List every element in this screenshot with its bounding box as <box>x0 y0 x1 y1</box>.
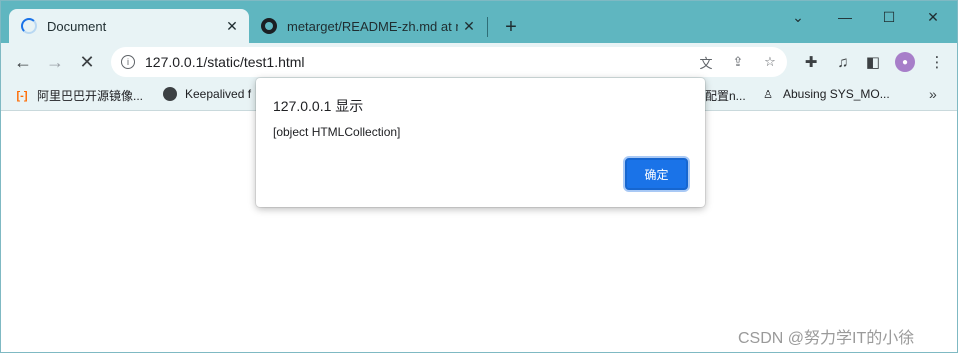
media-control-icon[interactable]: ♫ <box>833 52 853 72</box>
bookmark-label: 配置n... <box>705 89 746 103</box>
bookmark-star-icon[interactable]: ☆ <box>760 52 780 72</box>
tab-separator <box>487 17 488 37</box>
tab-search-chevron-down-icon[interactable]: ⌄ <box>776 5 820 29</box>
bookmark-label: 阿里巴巴开源镜像... <box>37 89 144 103</box>
browser-toolbar: ← → ✕ i 127.0.0.1/static/test1.html 文 ⇪ … <box>1 43 957 81</box>
aliyun-icon: [-] <box>16 89 28 102</box>
bookmark-label: Keepalived f <box>185 87 252 101</box>
menu-kebab-icon[interactable]: ⋮ <box>927 52 947 72</box>
bookmark-aliyun[interactable]: [-] 阿里巴巴开源镜像... <box>15 87 144 104</box>
loading-spinner-icon <box>21 18 37 34</box>
alert-dialog: 127.0.0.1 显示 [object HTMLCollection] 确定 <box>256 78 705 207</box>
side-panel-icon[interactable]: ◧ <box>863 52 883 72</box>
tab-readme[interactable]: metarget/README-zh.md at m ✕ <box>251 9 486 43</box>
tab-title: metarget/README-zh.md at m <box>287 18 458 34</box>
site-info-icon[interactable]: i <box>121 55 135 69</box>
back-button[interactable]: ← <box>9 48 37 76</box>
bookmark-config[interactable]: 配置n... <box>705 87 746 104</box>
stop-loading-button[interactable]: ✕ <box>73 48 101 76</box>
address-bar[interactable]: i 127.0.0.1/static/test1.html 文 ⇪ ☆ <box>111 47 787 77</box>
csdn-watermark: CSDN @努力学IT的小徐 <box>738 330 915 347</box>
more-bookmarks-chevron-icon[interactable]: » <box>929 86 937 102</box>
extensions-puzzle-icon[interactable]: ✚ <box>801 52 821 72</box>
dialog-title: 127.0.0.1 显示 <box>273 98 364 114</box>
profile-avatar[interactable]: ● <box>895 52 915 72</box>
forward-button[interactable]: → <box>41 48 69 76</box>
url-text: 127.0.0.1/static/test1.html <box>145 54 305 70</box>
tab-strip: Document ✕ metarget/README-zh.md at m ✕ … <box>1 1 957 43</box>
minimize-button[interactable]: — <box>823 5 867 29</box>
bookmark-abusing[interactable]: ♙ Abusing SYS_MO... <box>761 87 890 101</box>
translate-icon[interactable]: 文 <box>696 52 716 72</box>
new-tab-button[interactable]: + <box>499 15 523 39</box>
tab-document[interactable]: Document ✕ <box>9 9 249 43</box>
tab-title: Document <box>47 18 107 34</box>
github-icon <box>261 18 277 34</box>
share-icon[interactable]: ⇪ <box>728 52 748 72</box>
dialog-message: [object HTMLCollection] <box>273 125 401 139</box>
maximize-button[interactable]: ☐ <box>867 5 911 29</box>
tab-close-icon[interactable]: ✕ <box>458 15 480 37</box>
browser-window: Document ✕ metarget/README-zh.md at m ✕ … <box>0 0 958 353</box>
bookmark-keepalived[interactable]: Keepalived f <box>163 87 251 101</box>
tab-close-icon[interactable]: ✕ <box>221 15 243 37</box>
globe-icon <box>163 87 177 101</box>
bookmark-label: Abusing SYS_MO... <box>783 87 890 101</box>
ok-button[interactable]: 确定 <box>625 158 688 190</box>
close-window-button[interactable]: ✕ <box>911 5 955 29</box>
person-icon: ♙ <box>763 88 773 101</box>
